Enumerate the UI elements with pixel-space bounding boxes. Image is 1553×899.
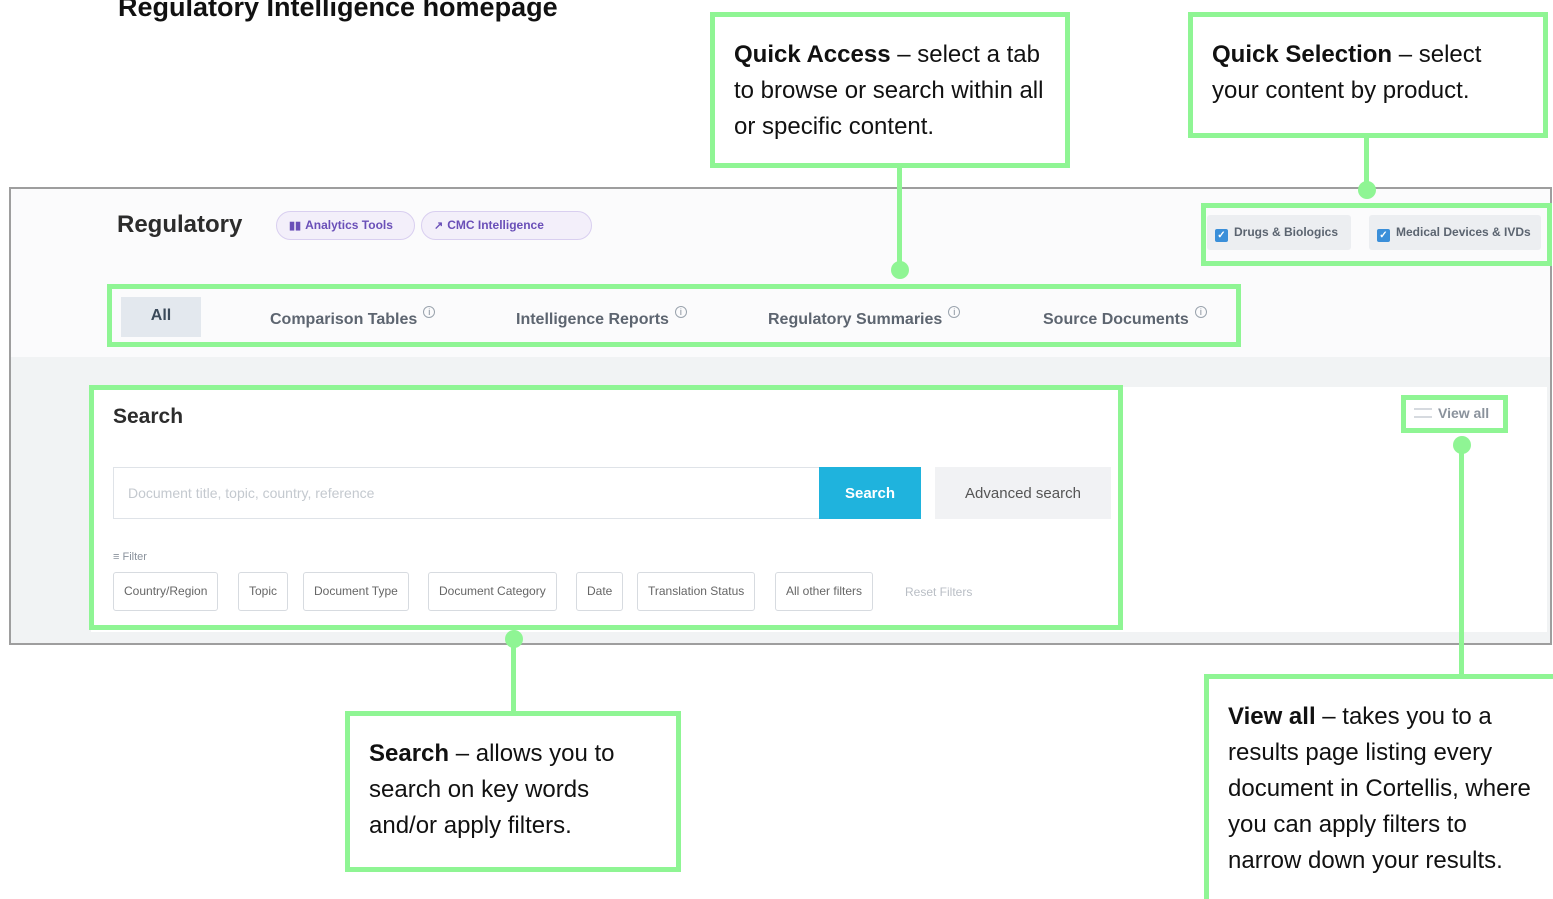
view-all-highlight: [1401, 395, 1508, 433]
quick-access-connector: [897, 166, 902, 270]
bar-chart-icon: ▮▮: [289, 220, 302, 232]
tabs-highlight: [107, 284, 1241, 347]
connector-dot: [1453, 436, 1471, 454]
products-highlight: [1201, 203, 1552, 266]
callout-lead: Quick Selection: [1212, 41, 1393, 68]
cmc-intelligence-button[interactable]: ↗ CMC Intelligence: [421, 211, 592, 240]
callout-lead: View all: [1228, 703, 1316, 730]
analytics-tools-label: Analytics Tools: [305, 218, 393, 232]
connector-dot: [891, 261, 909, 279]
cmc-intelligence-label: CMC Intelligence: [447, 218, 544, 232]
search-connector: [511, 638, 516, 714]
external-link-icon: ↗: [434, 220, 444, 232]
callout-lead: Search: [369, 740, 450, 767]
quick-access-callout: Quick Access – select a tab to browse or…: [710, 12, 1070, 168]
view-all-connector: [1459, 445, 1464, 677]
quick-selection-callout: Quick Selection – select your content by…: [1188, 12, 1548, 138]
search-highlight: [89, 385, 1123, 630]
connector-dot: [1358, 181, 1376, 199]
view-all-callout: View all – takes you to a results page l…: [1204, 674, 1553, 899]
callout-lead: Quick Access: [734, 41, 891, 68]
app-brand: Regulatory: [117, 211, 243, 238]
connector-dot: [505, 630, 523, 648]
page-title: Regulatory Intelligence homepage: [118, 0, 558, 22]
analytics-tools-button[interactable]: ▮▮ Analytics Tools: [276, 211, 415, 240]
search-callout: Search – allows you to search on key wor…: [345, 711, 681, 872]
